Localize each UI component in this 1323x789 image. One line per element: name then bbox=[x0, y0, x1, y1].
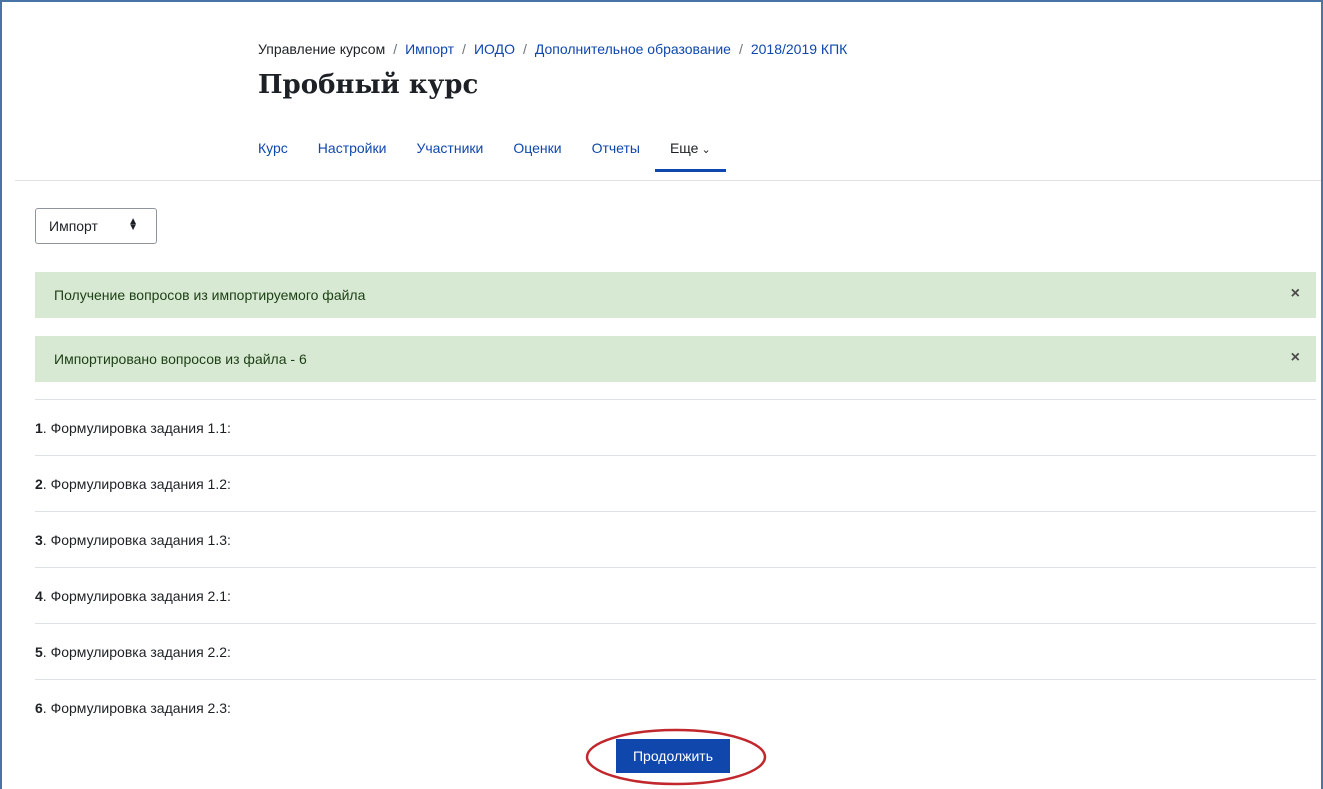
alert-text: Получение вопросов из импортируемого фай… bbox=[54, 287, 366, 303]
chevron-down-icon: ⌄ bbox=[701, 144, 711, 156]
action-select[interactable]: Импорт ▲ ▼ bbox=[35, 208, 157, 244]
tab-more[interactable]: Еще ⌄ bbox=[654, 128, 726, 172]
question-text: . Формулировка задания 2.1: bbox=[42, 587, 231, 604]
continue-button[interactable]: Продолжить bbox=[616, 739, 730, 773]
breadcrumb: Управление курсом / Импорт / ИОДО / Допо… bbox=[258, 41, 847, 57]
question-text: . Формулировка задания 1.1: bbox=[42, 419, 231, 436]
question-number: 4 bbox=[35, 587, 43, 604]
alert-success: Получение вопросов из импортируемого фай… bbox=[35, 272, 1316, 318]
action-select-value: Импорт bbox=[49, 218, 98, 234]
breadcrumb-item-iodo[interactable]: ИОДО bbox=[474, 41, 515, 57]
question-list: 1. Формулировка задания 1.1: 2. Формулир… bbox=[35, 399, 1316, 735]
tab-participants[interactable]: Участники bbox=[401, 128, 498, 172]
alert-success: Импортировано вопросов из файла - 6 × bbox=[35, 336, 1316, 382]
select-arrows-icon: ▲ ▼ bbox=[128, 216, 138, 233]
list-item: 2. Формулировка задания 1.2: bbox=[35, 455, 1316, 511]
alert-text: Импортировано вопросов из файла - 6 bbox=[54, 351, 307, 367]
list-item: 1. Формулировка задания 1.1: bbox=[35, 399, 1316, 455]
question-text: . Формулировка задания 2.3: bbox=[42, 699, 231, 716]
close-icon[interactable]: × bbox=[1291, 349, 1300, 367]
window-border-left bbox=[0, 0, 2, 789]
breadcrumb-item-year[interactable]: 2018/2019 КПК bbox=[751, 41, 847, 57]
question-number: 1 bbox=[35, 419, 43, 436]
breadcrumb-separator: / bbox=[738, 41, 743, 57]
page-title: Пробный курс bbox=[258, 70, 479, 100]
list-item: 5. Формулировка задания 2.2: bbox=[35, 623, 1316, 679]
question-text: . Формулировка задания 2.2: bbox=[42, 643, 231, 660]
tab-grades[interactable]: Оценки bbox=[498, 128, 576, 172]
breadcrumb-item-additional-education[interactable]: Дополнительное образование bbox=[535, 41, 731, 57]
breadcrumb-separator: / bbox=[393, 41, 398, 57]
question-text: . Формулировка задания 1.2: bbox=[42, 475, 231, 492]
close-icon[interactable]: × bbox=[1291, 285, 1300, 303]
question-number: 6 bbox=[35, 699, 43, 716]
breadcrumb-separator: / bbox=[462, 41, 466, 57]
header-divider bbox=[15, 180, 1321, 181]
list-item: 4. Формулировка задания 2.1: bbox=[35, 567, 1316, 623]
question-number: 3 bbox=[35, 531, 43, 548]
list-item: 6. Формулировка задания 2.3: bbox=[35, 679, 1316, 735]
window-border-top bbox=[0, 0, 1323, 2]
question-text: . Формулировка задания 1.3: bbox=[42, 531, 231, 548]
breadcrumb-item-import[interactable]: Импорт bbox=[405, 41, 454, 57]
breadcrumb-separator: / bbox=[522, 41, 527, 57]
breadcrumb-item-course-admin: Управление курсом bbox=[258, 41, 386, 57]
tab-more-label: Еще bbox=[669, 140, 699, 156]
tab-reports[interactable]: Отчеты bbox=[577, 128, 655, 172]
tab-course[interactable]: Курс bbox=[243, 128, 303, 172]
tab-settings[interactable]: Настройки bbox=[303, 128, 402, 172]
question-number: 2 bbox=[35, 475, 43, 492]
course-nav: Курс Настройки Участники Оценки Отчеты Е… bbox=[243, 128, 726, 172]
question-number: 5 bbox=[35, 643, 43, 660]
list-item: 3. Формулировка задания 1.3: bbox=[35, 511, 1316, 567]
